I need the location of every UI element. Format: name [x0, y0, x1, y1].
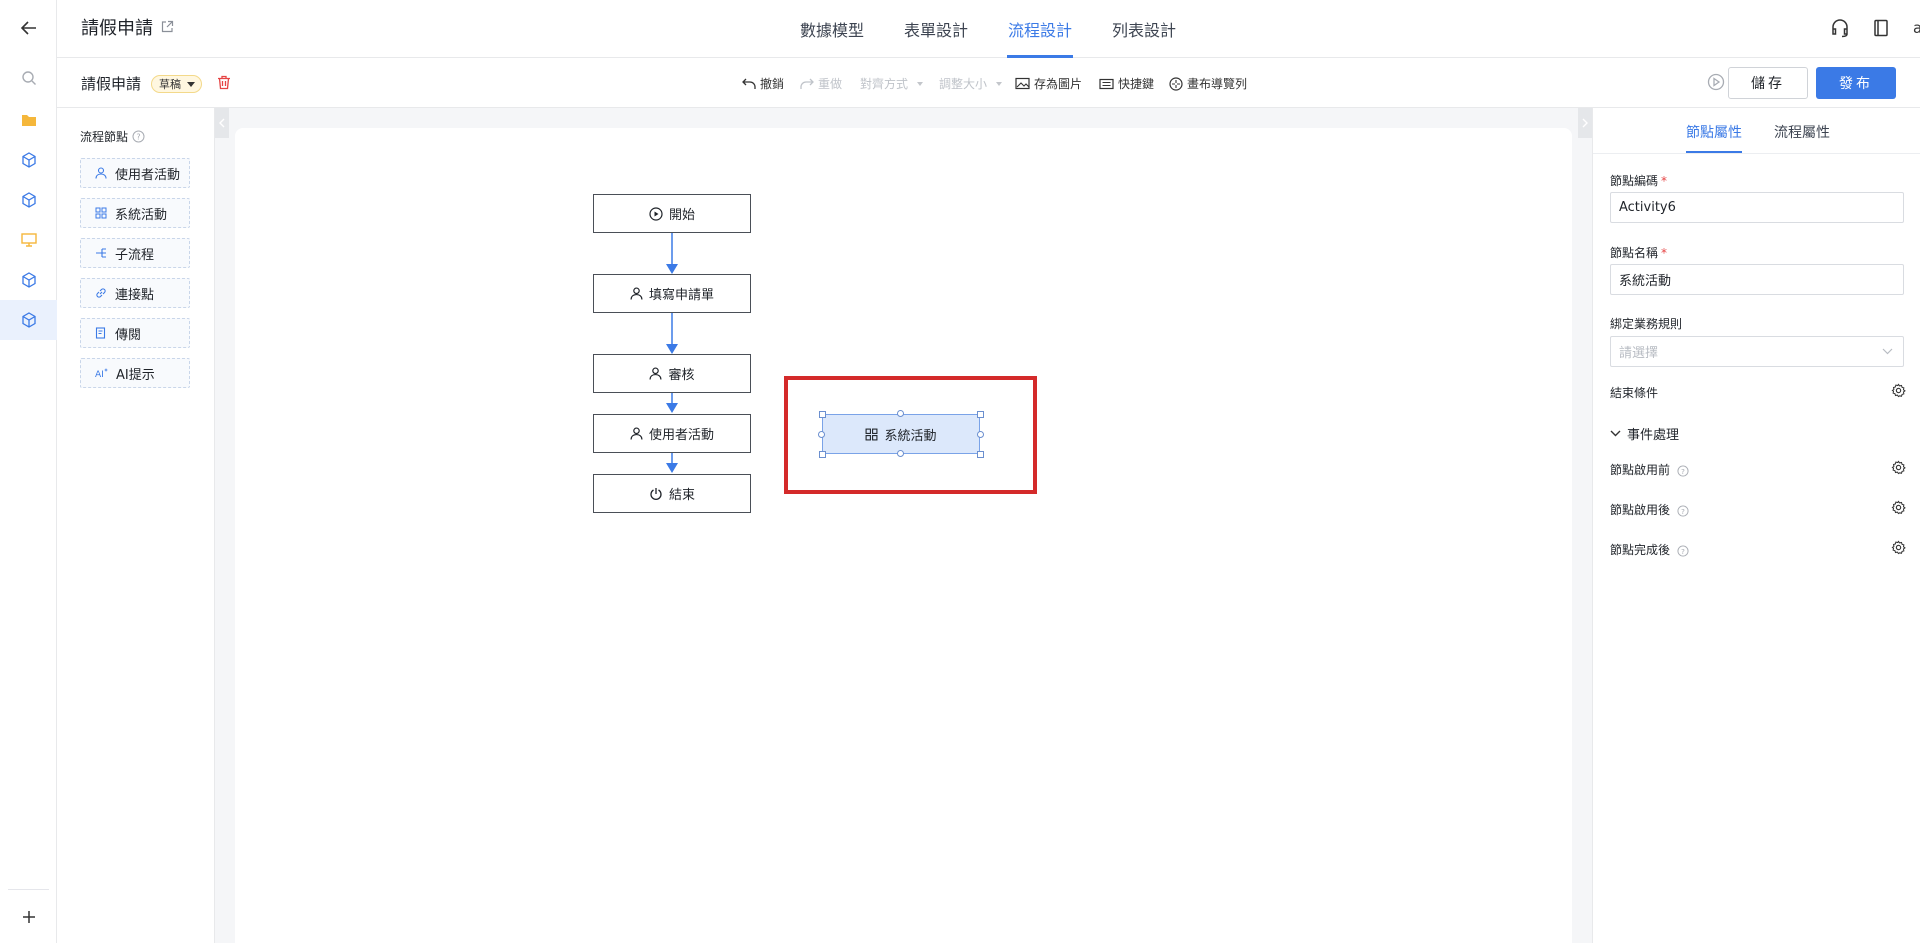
tab-divider — [1593, 153, 1920, 154]
event-after-complete: 節點完成後 ? — [1610, 541, 1689, 558]
resize-handle[interactable] — [819, 451, 826, 458]
tab-flow-properties[interactable]: 流程屬性 — [1774, 122, 1830, 142]
flow-node-label: 使用者活動 — [648, 428, 714, 443]
grid-icon — [866, 428, 878, 440]
svg-text:?: ? — [1681, 466, 1685, 475]
play-icon — [649, 206, 663, 221]
connection-port[interactable] — [818, 431, 825, 438]
power-icon — [650, 487, 662, 500]
user-icon — [630, 287, 643, 300]
flow-node-label: 系統活動 — [884, 428, 937, 444]
event-section-title: 事件處理 — [1627, 428, 1680, 443]
tab-node-properties[interactable]: 節點屬性 — [1686, 122, 1742, 142]
chevron-down-icon — [1610, 430, 1621, 437]
business-rule-label: 綁定業務規則 — [1610, 317, 1683, 331]
node-name-label: 節點名稱 * — [1610, 246, 1668, 260]
node-code-label: 節點編碼 * — [1610, 174, 1668, 188]
event-before-start: 節點啟用前 ? — [1610, 461, 1689, 478]
flow-node-start[interactable]: 開始 — [593, 194, 751, 233]
resize-handle[interactable] — [977, 451, 984, 458]
event-section-toggle[interactable]: 事件處理 — [1610, 424, 1679, 443]
connection-port[interactable] — [977, 431, 984, 438]
resize-handle[interactable] — [977, 411, 984, 418]
svg-text:?: ? — [1681, 546, 1685, 555]
event-label: 節點啟用前 — [1610, 463, 1671, 477]
gear-icon[interactable] — [1891, 500, 1906, 515]
user-icon — [630, 427, 643, 440]
resize-handle[interactable] — [819, 411, 826, 418]
gear-icon[interactable] — [1891, 540, 1906, 555]
flow-node-label: 填寫申請單 — [648, 288, 714, 303]
svg-text:?: ? — [1681, 506, 1685, 515]
flow-node-label: 開始 — [668, 208, 695, 223]
flow-node-label: 結束 — [668, 488, 695, 503]
event-label: 節點完成後 — [1610, 543, 1671, 557]
end-condition-label: 結束條件 — [1610, 386, 1659, 400]
chevron-down-icon — [1882, 348, 1893, 355]
help-icon[interactable]: ? — [1677, 544, 1689, 557]
node-name-input[interactable]: 系統活動 — [1610, 264, 1904, 295]
flow-node-end[interactable]: 結束 — [593, 474, 751, 513]
active-tab-indicator — [1686, 151, 1742, 153]
event-label: 節點啟用後 — [1610, 503, 1671, 517]
help-icon[interactable]: ? — [1677, 464, 1689, 477]
connection-port[interactable] — [897, 410, 904, 417]
flow-node-review[interactable]: 審核 — [593, 354, 751, 393]
gear-icon[interactable] — [1891, 383, 1906, 398]
flow-node-system-activity[interactable]: 系統活動 — [822, 414, 980, 454]
event-after-start: 節點啟用後 ? — [1610, 501, 1689, 518]
properties-panel: 節點屬性 流程屬性 節點編碼 * Activity6 節點名稱 * 系統活動 綁定業… — [1592, 108, 1920, 943]
help-icon[interactable]: ? — [1677, 504, 1689, 517]
user-icon — [649, 367, 662, 380]
gear-icon[interactable] — [1891, 460, 1906, 475]
flow-node-fill-form[interactable]: 填寫申請單 — [593, 274, 751, 313]
node-name-label-text: 節點名稱 — [1610, 246, 1659, 260]
business-rule-select[interactable]: 請選擇 — [1610, 336, 1904, 367]
business-rule-placeholder: 請選擇 — [1619, 346, 1659, 361]
flow-node-user-activity[interactable]: 使用者活動 — [593, 414, 751, 453]
flow-node-label: 審核 — [668, 368, 695, 383]
node-code-input[interactable]: Activity6 — [1610, 192, 1904, 223]
node-code-label-text: 節點編碼 — [1610, 174, 1659, 188]
connection-port[interactable] — [897, 450, 904, 457]
